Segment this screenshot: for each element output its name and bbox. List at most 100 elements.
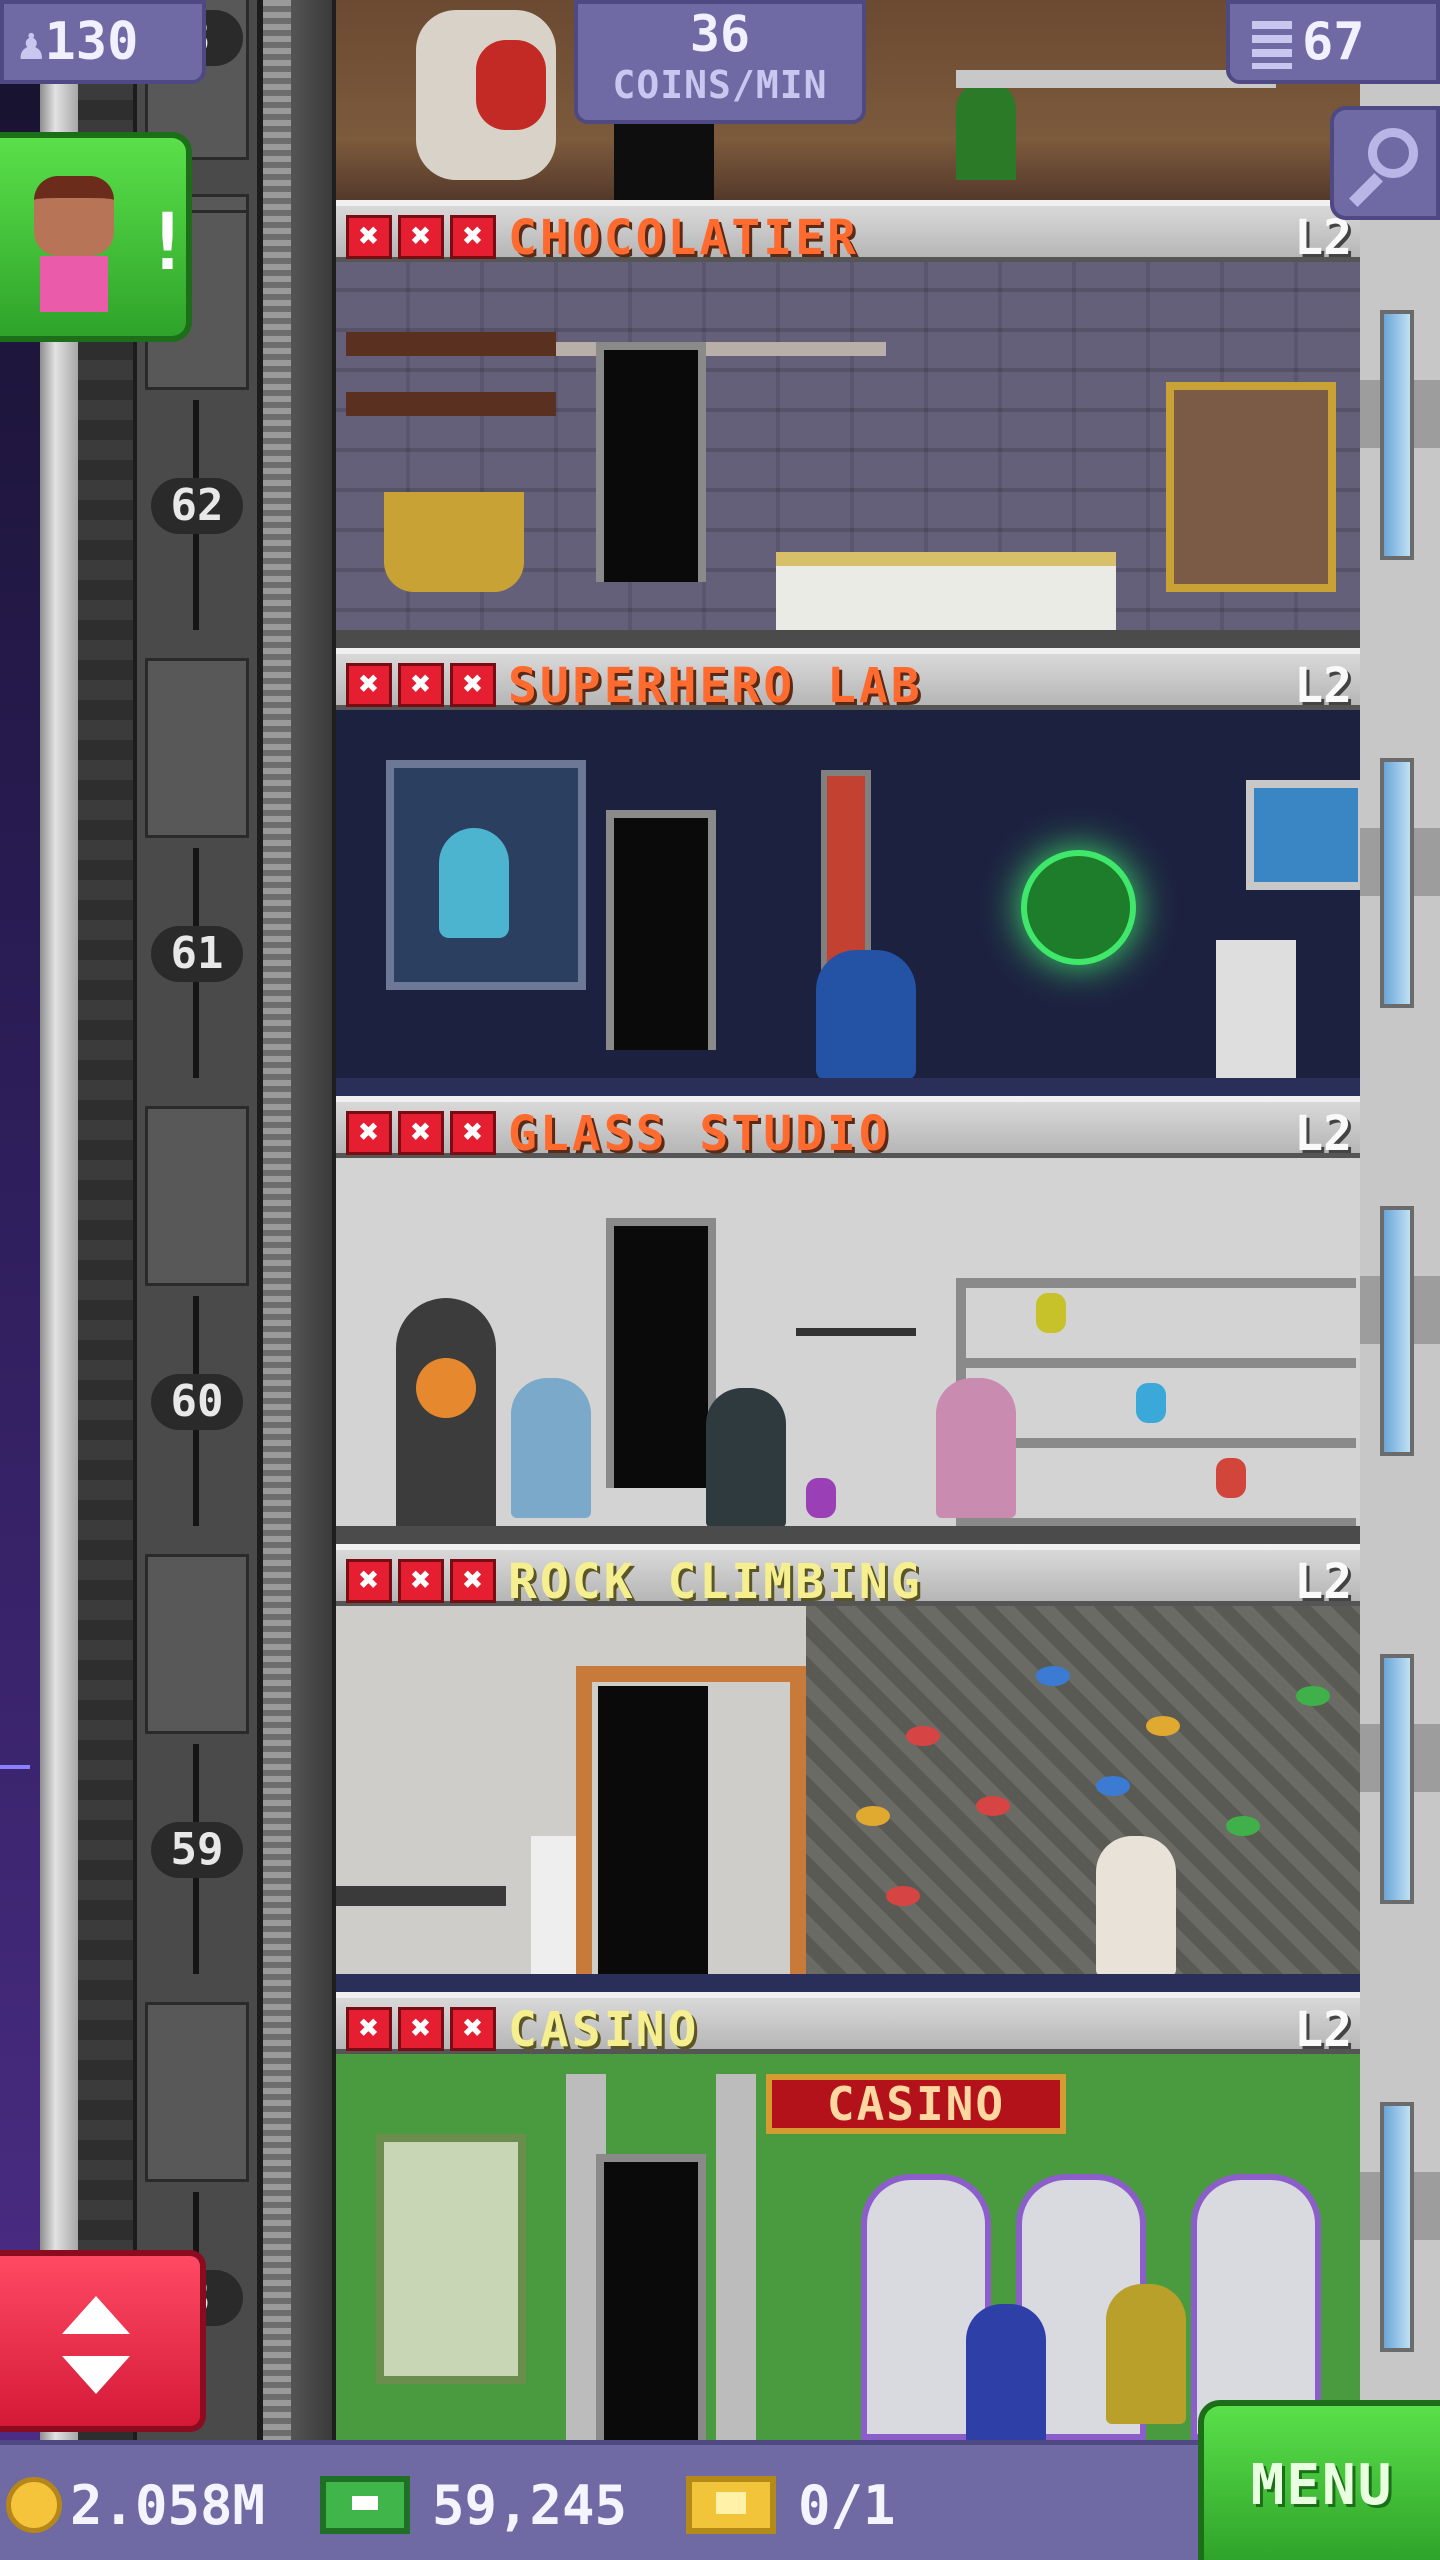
visitor-face-icon <box>34 176 114 256</box>
visitor-alert-button[interactable]: ! <box>0 132 192 342</box>
climbing-hold <box>906 1726 940 1746</box>
population-counter[interactable]: ♟130 <box>0 0 206 84</box>
floor-level: L2 <box>1294 2002 1352 2058</box>
floor-name: ROCK CLIMBING <box>508 1554 923 1610</box>
floor-base <box>336 1078 1360 1096</box>
search-button[interactable] <box>1330 106 1440 220</box>
coin-icon <box>6 2477 62 2533</box>
stock-indicators: ✖ ✖ ✖ <box>346 663 496 707</box>
coins-per-min-label: COINS/MIN <box>612 63 828 107</box>
arrow-down-icon <box>62 2356 130 2394</box>
sky-backdrop <box>0 0 40 2440</box>
chocolate-vat <box>1166 382 1336 592</box>
floor-title-bar[interactable]: ✖ ✖ ✖ ROCK CLIMBING L2 <box>336 1544 1360 1610</box>
floor-chocolatier[interactable]: ✖ ✖ ✖ CHOCOLATIER L2 <box>336 200 1360 648</box>
worker-character[interactable] <box>511 1378 591 1518</box>
stock-empty-icon: ✖ <box>398 1559 444 1603</box>
vase <box>806 1478 836 1518</box>
building-window <box>1380 1206 1414 1456</box>
cashier-booth <box>376 2134 526 2384</box>
floor-number-label: 60 <box>151 1374 243 1430</box>
room-interior[interactable] <box>336 710 1360 1096</box>
shaft-panel <box>145 2002 249 2182</box>
stock-empty-icon: ✖ <box>450 215 496 259</box>
worker-character[interactable] <box>706 1388 786 1528</box>
bux-icon <box>320 2476 410 2534</box>
floor-level: L2 <box>1294 1106 1352 1162</box>
stock-empty-icon: ✖ <box>450 1559 496 1603</box>
building-window <box>1380 1654 1414 1904</box>
floor-title-bar[interactable]: ✖ ✖ ✖ CASINO L2 <box>336 1992 1360 2058</box>
floor-title-bar[interactable]: ✖ ✖ ✖ GLASS STUDIO L2 <box>336 1096 1360 1162</box>
pillar <box>716 2074 756 2440</box>
floor-title-bar[interactable]: ✖ ✖ ✖ SUPERHERO LAB L2 <box>336 648 1360 714</box>
room-interior[interactable] <box>336 262 1360 648</box>
climbing-wall <box>806 1606 1360 1992</box>
stock-empty-icon: ✖ <box>450 1111 496 1155</box>
elevator-button[interactable] <box>0 2250 206 2432</box>
building-window <box>1380 758 1414 1008</box>
coins-display[interactable]: 2.058M <box>6 2445 265 2560</box>
superhero-character[interactable] <box>816 950 916 1080</box>
shaft-segment: 59 <box>137 1544 257 1992</box>
floor-base <box>336 630 1360 648</box>
room-interior[interactable] <box>336 1158 1360 1544</box>
floor-number-label: 62 <box>151 478 243 534</box>
counter <box>776 552 1116 632</box>
elevator-shaft[interactable]: 3 62 61 60 59 8 <box>133 0 263 2440</box>
shaft-segment: 61 <box>137 648 257 1096</box>
floor-door <box>606 810 716 1050</box>
chair-cushion <box>476 40 546 130</box>
bux-display[interactable]: 59,245 <box>320 2445 627 2560</box>
climbing-hold <box>1036 1666 1070 1686</box>
vase <box>1136 1383 1166 1423</box>
visitor-character[interactable] <box>1096 1836 1176 1976</box>
vase <box>1216 1458 1246 1498</box>
floor-base <box>336 1526 1360 1544</box>
floor-title-bar[interactable]: ✖ ✖ ✖ CHOCOLATIER L2 <box>336 200 1360 266</box>
water-cooler <box>531 1836 581 1976</box>
worker-character[interactable] <box>936 1378 1016 1518</box>
vase <box>1036 1293 1066 1333</box>
floor-counter[interactable]: 67 <box>1226 0 1440 84</box>
person-icon: ♟ <box>18 19 45 70</box>
menu-button[interactable]: MENU <box>1198 2400 1440 2560</box>
building-icon <box>1252 21 1292 69</box>
floor-level: L2 <box>1294 1554 1352 1610</box>
hologram-globe <box>1021 850 1136 965</box>
stock-indicators: ✖ ✖ ✖ <box>346 2007 496 2051</box>
casino-sign: CASINO <box>766 2074 1066 2134</box>
sky-streak <box>0 1765 30 1769</box>
stock-empty-icon: ✖ <box>346 1559 392 1603</box>
climbing-hold <box>1096 1776 1130 1796</box>
room-interior[interactable] <box>336 1606 1360 1992</box>
climbing-hold <box>1146 1716 1180 1736</box>
stock-empty-icon: ✖ <box>346 2007 392 2051</box>
room-interior[interactable]: CASINO <box>336 2054 1360 2440</box>
ticket-icon <box>686 2476 776 2534</box>
map-monitor <box>1246 780 1360 890</box>
coins-per-min-value: 36 <box>689 5 751 63</box>
floor-superhero-lab[interactable]: ✖ ✖ ✖ SUPERHERO LAB L2 <box>336 648 1360 1096</box>
tickets-value: 0/1 <box>798 2473 896 2537</box>
tickets-display[interactable]: 0/1 <box>686 2445 896 2560</box>
floor-casino[interactable]: ✖ ✖ ✖ CASINO L2 CASINO <box>336 1992 1360 2440</box>
floor-rock-climbing[interactable]: ✖ ✖ ✖ ROCK CLIMBING L2 <box>336 1544 1360 1992</box>
chocolate-shelves <box>346 332 556 442</box>
stock-indicators: ✖ ✖ ✖ <box>346 215 496 259</box>
climbing-hold <box>976 1796 1010 1816</box>
climbing-hold <box>1296 1686 1330 1706</box>
stock-empty-icon: ✖ <box>450 2007 496 2051</box>
shaft-panel <box>145 658 249 838</box>
visitor-character[interactable] <box>966 2304 1046 2440</box>
floor-level: L2 <box>1294 658 1352 714</box>
chocolate-pot <box>384 492 524 592</box>
floor-glass-studio[interactable]: ✖ ✖ ✖ GLASS STUDIO L2 <box>336 1096 1360 1544</box>
visitor-character[interactable] <box>1106 2284 1186 2424</box>
shaft-rail <box>263 0 291 2440</box>
floor-name: CASINO <box>508 2002 700 2058</box>
floor-name: GLASS STUDIO <box>508 1106 891 1162</box>
coins-per-minute-display: 36 COINS/MIN <box>574 0 866 124</box>
fire-icon <box>416 1358 476 1418</box>
stock-empty-icon: ✖ <box>398 663 444 707</box>
